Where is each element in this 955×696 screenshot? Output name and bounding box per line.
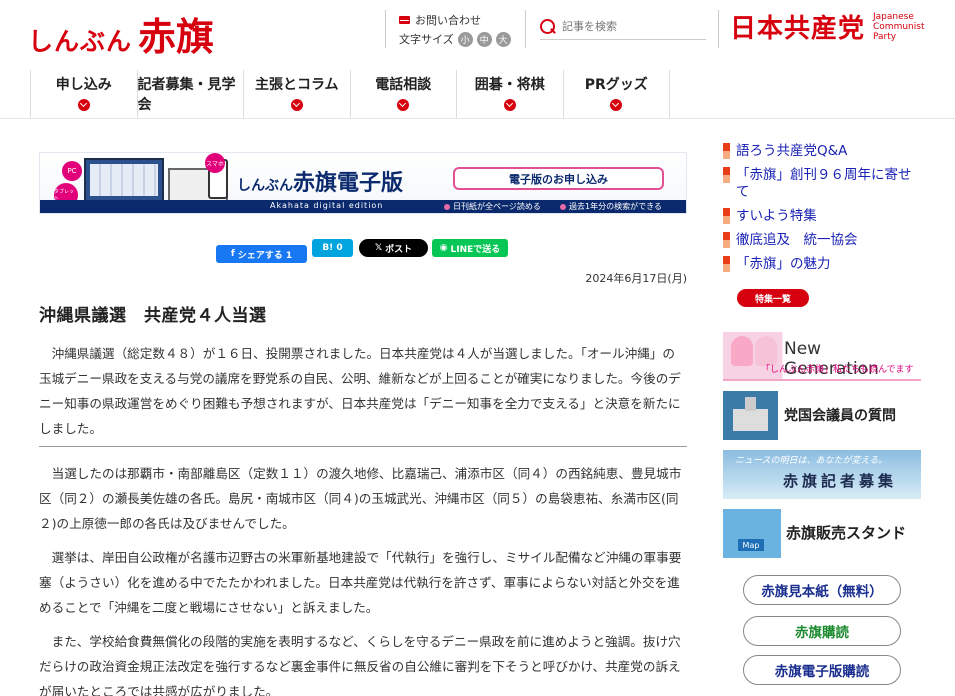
mail-icon [399,16,410,24]
digital-apply-button[interactable]: 電子版のお申し込み [453,167,664,190]
facebook-share-button[interactable]: f シェアする 1 [216,245,307,263]
chevron-down-icon [610,99,623,111]
diet-questions-banner[interactable]: 党国会議員の質問 [723,391,921,440]
main-nav: 申し込み 記者募集・見学会 主張とコラム 電話相談 囲碁・将棋 PRグッズ [30,70,670,118]
bullet-icon [723,208,730,224]
contact-label: お問い合わせ [415,14,481,27]
font-size-small-button[interactable]: 小 [457,31,473,47]
sidebar-item-qa[interactable]: 語ろう共産党Q&A [723,143,923,160]
nav-item-column[interactable]: 主張とコラム [244,70,351,118]
contact-link[interactable]: お問い合わせ [399,12,481,28]
search-input[interactable] [562,20,702,33]
article-lead: 沖縄県議選（総定数４８）が１６日、投開票されました。日本共産党は４人が当選しまし… [39,346,681,436]
sales-stand-banner[interactable]: Map 赤旗販売スタンド [723,509,921,558]
nav-item-apply[interactable]: 申し込み [31,70,138,118]
digital-subscribe-button[interactable]: 赤旗電子版購読 [743,655,901,685]
chevron-down-icon [77,99,90,111]
chevron-down-icon [503,99,516,111]
nav-item-go-shogi[interactable]: 囲碁・将棋 [457,70,564,118]
site-logo[interactable]: しんぶん 赤旗 [28,6,214,61]
nav-divider [0,118,955,119]
sidebar-item-wednesday[interactable]: すいよう特集 [723,208,923,225]
font-size-large-button[interactable]: 大 [495,31,511,47]
nav-item-recruit[interactable]: 記者募集・見学会 [138,70,244,118]
subscribe-button[interactable]: 赤旗購読 [743,616,901,646]
bullet-icon [723,232,730,248]
chevron-down-icon [290,99,303,111]
divider [525,10,526,48]
diet-building-image [723,391,778,440]
article-paragraph: 選挙は、岸田自公政権が名護市辺野古の米軍新基地建設で「代執行」を強行し、ミサイル… [39,550,682,615]
facebook-icon: f [230,249,235,259]
dot-icon [560,203,566,210]
sample-paper-button[interactable]: 赤旗見本紙（無料） [743,575,901,605]
pc-bubble: PC [62,161,82,181]
site-header: しんぶん 赤旗 お問い合わせ 文字サイズ 小 中 大 日本共産党 Japanes… [0,0,955,62]
party-logo[interactable]: 日本共産党 Japanese Communist Party [730,8,924,45]
article-date: 2024年6月17日(月) [585,272,687,285]
line-icon: ◉ [439,243,448,253]
sidebar-item-96th[interactable]: 「赤旗」創刊９６周年に寄せて [723,167,923,201]
party-name: 日本共産党 [730,14,866,44]
article-paragraph: また、学校給食費無償化の段階的実施を表明するなど、くらしを守るデニー県政を前に進… [39,634,681,696]
x-post-button[interactable]: 𝕏 ポスト [359,239,428,257]
banner-title: しんぶん赤旗電子版 [237,171,404,196]
search-box [540,14,706,40]
divider [718,10,719,48]
line-share-button[interactable]: ◉ LINEで送る [432,239,508,257]
nav-item-phone[interactable]: 電話相談 [351,70,457,118]
dot-icon [444,203,450,210]
logo-kana: しんぶん [28,27,133,56]
sidebar-item-charm[interactable]: 「赤旗」の魅力 [723,256,923,273]
bullet-icon [723,143,730,159]
font-size-control: 文字サイズ 小 中 大 [399,31,511,47]
search-icon[interactable] [540,18,556,35]
map-image: Map [723,509,781,558]
digital-edition-banner[interactable]: PC タブレット スマホ しんぶん赤旗電子版 Akahata digital e… [39,152,687,214]
font-size-medium-button[interactable]: 中 [476,31,492,47]
sidebar-links: 語ろう共産党Q&A 「赤旗」創刊９６周年に寄せて すいよう特集 徹底追及 統一協… [723,143,923,280]
pc-image [84,158,164,202]
nav-item-goods[interactable]: PRグッズ [564,70,670,118]
banner-note: 日刊紙が全ページ読める [444,201,541,212]
chevron-down-icon [397,99,410,111]
bullet-icon [723,167,730,183]
reporter-recruit-banner[interactable]: ニュースの明日は、あなたが変える。 赤旗記者募集 [723,450,921,499]
phone-bubble: スマホ [205,153,225,173]
font-size-label: 文字サイズ [399,33,454,46]
new-generation-banner[interactable]: New Generation 「しんぶん赤旗」私たちも読んでます [723,332,921,381]
hatena-bookmark-button[interactable]: B! 0 [312,239,353,257]
party-en: Japanese Communist Party [873,11,925,42]
sidebar-item-unification[interactable]: 徹底追及 統一協会 [723,232,923,249]
person-icon [731,336,753,366]
article-divider [39,446,687,447]
bullet-icon [723,256,730,272]
article-paragraph: 当選したのは那覇市・南部離島区（定数１１）の渡久地修、比嘉瑞己、浦添市区（同４）… [39,466,682,531]
divider [385,10,386,48]
banner-subtitle: Akahata digital edition [270,201,384,210]
logo-kanji: 赤旗 [138,14,215,59]
banner-note: 過去1年分の検索ができる [560,201,662,212]
special-list-button[interactable]: 特集一覧 [737,289,809,307]
x-icon: 𝕏 [374,243,383,253]
article-headline: 沖縄県議選 共産党４人当選 [39,306,267,326]
